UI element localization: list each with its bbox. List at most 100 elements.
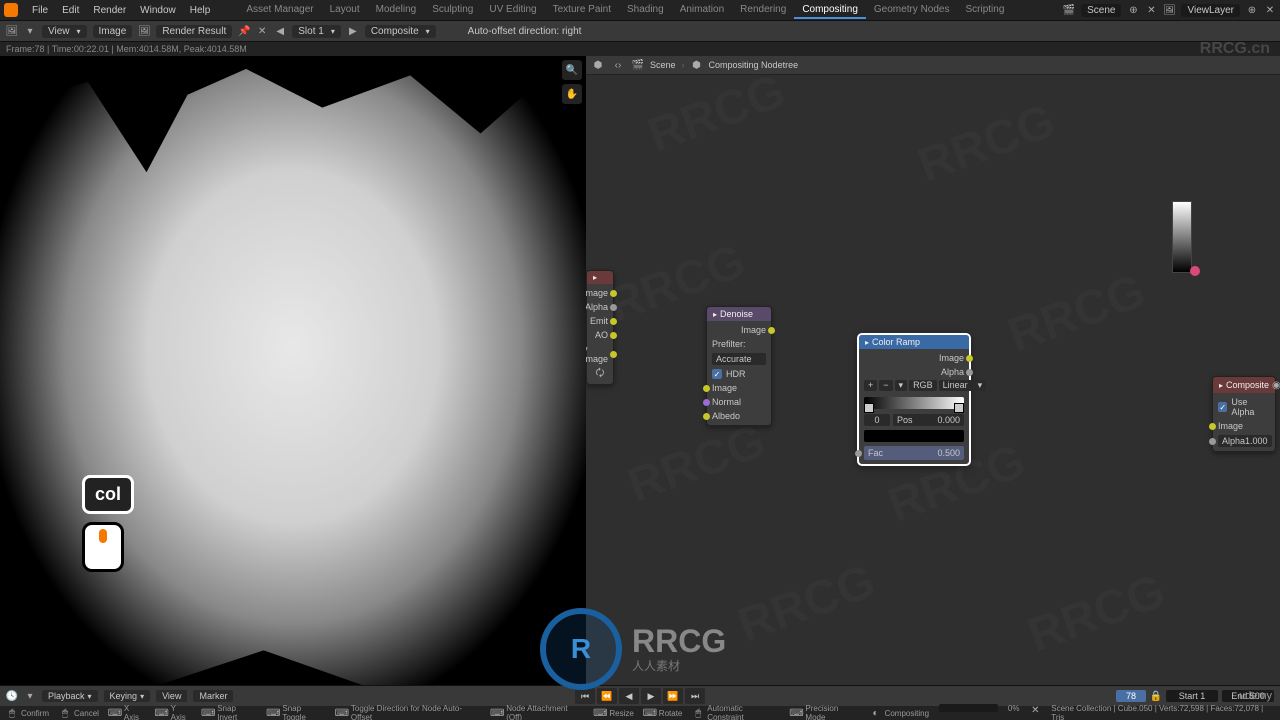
menu-render[interactable]: Render xyxy=(87,3,132,18)
menu-window[interactable]: Window xyxy=(134,3,182,18)
ramp-stop-handle[interactable] xyxy=(954,403,964,413)
normal-input-socket[interactable] xyxy=(703,399,710,406)
tab-geometry-nodes[interactable]: Geometry Nodes xyxy=(866,2,958,19)
new-viewlayer-icon[interactable]: ⊕ xyxy=(1246,4,1258,16)
chevron-down-icon[interactable]: ▾ xyxy=(24,690,36,702)
denoise-node[interactable]: Denoise Image Prefilter: Accurate ✓HDR I… xyxy=(706,306,772,426)
noisy-image-output-socket[interactable] xyxy=(610,351,617,358)
alpha-field[interactable]: Alpha1.000 xyxy=(1218,435,1272,447)
tab-shading[interactable]: Shading xyxy=(619,2,672,19)
tab-texture-paint[interactable]: Texture Paint xyxy=(545,2,619,19)
new-scene-icon[interactable]: ⊕ xyxy=(1127,4,1139,16)
current-frame-field[interactable]: 78 xyxy=(1116,690,1146,702)
cancel-job-icon[interactable]: ✕ xyxy=(1029,704,1041,716)
menu-edit[interactable]: Edit xyxy=(56,3,85,18)
start-frame-field[interactable]: Start 1 xyxy=(1166,690,1218,702)
pass-selector[interactable]: Composite xyxy=(365,25,436,38)
play-reverse-icon[interactable]: ◀ xyxy=(619,688,639,704)
preview-icon[interactable]: ◉ xyxy=(1272,379,1280,391)
breadcrumb-nodetree[interactable]: Compositing Nodetree xyxy=(709,60,799,70)
end-frame-field[interactable]: End 500 xyxy=(1222,690,1274,702)
tab-scripting[interactable]: Scripting xyxy=(958,2,1013,19)
alpha-output-socket[interactable] xyxy=(610,304,617,311)
image-output-socket[interactable] xyxy=(768,327,775,334)
next-key-icon[interactable]: ⏩ xyxy=(663,688,683,704)
image-input-socket[interactable] xyxy=(703,385,710,392)
tab-sculpting[interactable]: Sculpting xyxy=(424,2,481,19)
keying-menu[interactable]: Keying xyxy=(104,690,151,702)
playback-menu[interactable]: Playback xyxy=(42,690,98,702)
tab-layout[interactable]: Layout xyxy=(322,2,368,19)
color-ramp-gradient[interactable] xyxy=(864,397,964,409)
tab-asset-manager[interactable]: Asset Manager xyxy=(238,2,321,19)
image-viewport[interactable]: 🔍 ✋ col xyxy=(0,56,586,702)
timeline-editor-icon[interactable]: 🕓 xyxy=(6,690,18,702)
slot-selector[interactable]: Slot 1 xyxy=(292,25,341,38)
albedo-input-socket[interactable] xyxy=(703,413,710,420)
fac-slider[interactable]: Fac0.500 xyxy=(864,446,964,460)
composite-node[interactable]: Composite◉ ✓Use Alpha Image Alpha1.000 xyxy=(1212,376,1276,452)
ramp-interp-select[interactable]: Linear xyxy=(939,380,972,391)
arrow-right-icon[interactable]: ▶ xyxy=(347,25,359,37)
menu-help[interactable]: Help xyxy=(184,3,217,18)
image-output-socket[interactable] xyxy=(966,355,973,362)
pin-icon[interactable]: 📌 xyxy=(238,25,250,37)
compositor-node-editor[interactable]: ⬢ ‹› 🎬 Scene › ⬢ Compositing Nodetree RR… xyxy=(586,56,1280,702)
prefilter-select[interactable]: Accurate xyxy=(712,353,766,365)
zoom-tool-icon[interactable]: 🔍 xyxy=(562,60,582,80)
alpha-output-socket[interactable] xyxy=(966,369,973,376)
view-menu[interactable]: View xyxy=(42,25,87,38)
tab-modeling[interactable]: Modeling xyxy=(368,2,425,19)
chevron-pair-icon[interactable]: ‹› xyxy=(612,59,624,71)
ramp-remove-button[interactable]: − xyxy=(879,380,892,391)
scene-selector[interactable]: Scene xyxy=(1081,4,1121,17)
render-layers-node[interactable]: Image Alpha Emit AO y Image 🗘 xyxy=(586,270,614,385)
ramp-mode-select[interactable]: RGB xyxy=(909,380,937,391)
color-ramp-node[interactable]: Color Ramp Image Alpha + − ▾ RGB Linear … xyxy=(858,334,970,465)
unlink-scene-icon[interactable]: ✕ xyxy=(1145,4,1157,16)
node-header[interactable]: Composite◉ xyxy=(1213,377,1275,393)
emit-output-socket[interactable] xyxy=(610,318,617,325)
tab-animation[interactable]: Animation xyxy=(672,2,732,19)
node-header[interactable]: Denoise xyxy=(707,307,771,321)
image-menu[interactable]: Image xyxy=(93,25,133,38)
breadcrumb-scene[interactable]: Scene xyxy=(650,60,676,70)
lock-range-icon[interactable]: 🔒 xyxy=(1150,690,1162,702)
menu-file[interactable]: File xyxy=(26,3,54,18)
arrow-left-icon[interactable]: ◀ xyxy=(274,25,286,37)
chevron-down-icon[interactable]: ▾ xyxy=(24,25,36,37)
ramp-stop-handle[interactable] xyxy=(864,403,874,413)
ramp-color-swatch[interactable] xyxy=(864,430,964,442)
jump-start-icon[interactable]: ⏮ xyxy=(575,688,595,704)
prev-key-icon[interactable]: ⏪ xyxy=(597,688,617,704)
ramp-index-field[interactable]: 0 xyxy=(864,414,890,426)
remove-viewlayer-icon[interactable]: ✕ xyxy=(1264,4,1276,16)
image-input-socket[interactable] xyxy=(1209,423,1216,430)
image-browse-icon[interactable]: 🖼 xyxy=(138,25,150,37)
ramp-flip-icon[interactable]: ▾ xyxy=(974,380,987,391)
node-header[interactable]: Color Ramp xyxy=(859,335,969,349)
node-editor-icon[interactable]: ⬢ xyxy=(592,59,604,71)
marker-menu[interactable]: Marker xyxy=(193,690,233,702)
editor-type-icon[interactable]: 🖼 xyxy=(6,25,18,37)
use-alpha-checkbox[interactable]: ✓ xyxy=(1218,402,1227,412)
reload-icon[interactable]: 🗘 xyxy=(594,368,606,380)
alpha-input-socket[interactable] xyxy=(1209,438,1216,445)
viewlayer-selector[interactable]: ViewLayer xyxy=(1181,4,1240,17)
node-header[interactable] xyxy=(587,271,613,284)
hdr-checkbox[interactable]: ✓ xyxy=(712,369,722,379)
jump-end-icon[interactable]: ⏭ xyxy=(685,688,705,704)
fac-input-socket[interactable] xyxy=(855,450,862,457)
ramp-add-button[interactable]: + xyxy=(864,380,877,391)
pan-tool-icon[interactable]: ✋ xyxy=(562,84,582,104)
image-output-socket[interactable] xyxy=(610,290,617,297)
timeline-view-menu[interactable]: View xyxy=(156,690,187,702)
ramp-pos-field[interactable]: Pos0.000 xyxy=(893,414,964,426)
tab-uv-editing[interactable]: UV Editing xyxy=(481,2,544,19)
ramp-tools-icon[interactable]: ▾ xyxy=(895,380,908,391)
tab-compositing[interactable]: Compositing xyxy=(794,2,866,19)
unlink-icon[interactable]: ✕ xyxy=(256,25,268,37)
tab-rendering[interactable]: Rendering xyxy=(732,2,794,19)
ao-output-socket[interactable] xyxy=(610,332,617,339)
play-icon[interactable]: ▶ xyxy=(641,688,661,704)
